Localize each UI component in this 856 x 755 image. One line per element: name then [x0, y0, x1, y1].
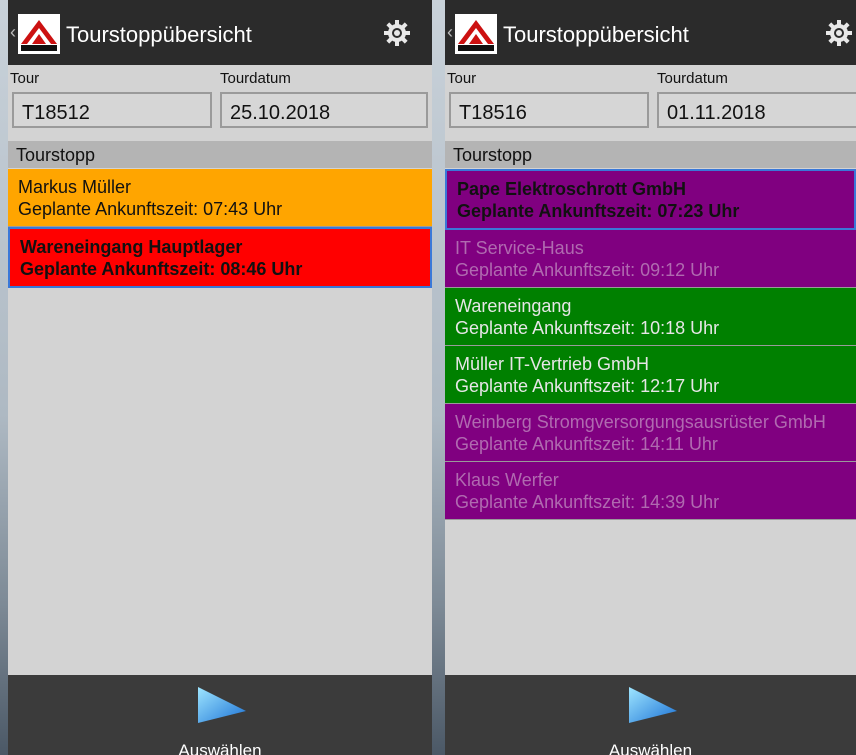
field-labels: Tour Tourdatum	[8, 65, 432, 87]
tours-logo-icon	[455, 14, 497, 54]
app-title: Tourstoppübersicht	[66, 22, 252, 47]
tourstopp-item[interactable]: Wareneingang Geplante Ankunftszeit: 10:18…	[445, 288, 856, 346]
select-button[interactable]: Auswählen	[445, 741, 856, 755]
title-bar: ‹ Tourstoppübersicht	[8, 0, 432, 65]
tourstopp-item[interactable]: Weinberg Stromgversorgungsausrüster GmbH…	[445, 404, 856, 462]
tour-field[interactable]: T18512	[12, 92, 212, 128]
stop-arrival-time: Geplante Ankunftszeit: 12:17 Uhr	[455, 376, 720, 396]
stop-name: Müller IT-Vertrieb GmbH	[455, 354, 650, 374]
tourdatum-field[interactable]: 01.11.2018	[657, 92, 856, 128]
tourstopp-item[interactable]: Wareneingang Hauptlager Geplante Ankunfts…	[8, 227, 432, 288]
bottom-bar: Auswählen	[8, 675, 432, 755]
gear-icon[interactable]	[384, 20, 410, 46]
play-arrow-icon[interactable]	[194, 685, 248, 725]
app-title: Tourstoppübersicht	[503, 22, 689, 47]
title-bar: ‹ Tourstoppübersicht	[445, 0, 856, 65]
tourstopp-item[interactable]: Pape Elektroschrott GmbH Geplante Ankunft…	[445, 169, 856, 230]
stop-name: Weinberg Stromgversorgungsausrüster GmbH	[455, 412, 826, 432]
stop-arrival-time: Geplante Ankunftszeit: 07:43 Uhr	[18, 199, 283, 219]
tourstopp-item[interactable]: IT Service-Haus Geplante Ankunftszeit: 09…	[445, 230, 856, 288]
stop-name: Markus Müller	[18, 177, 132, 197]
stop-name: IT Service-Haus	[455, 238, 584, 258]
select-button[interactable]: Auswählen	[8, 741, 432, 755]
play-arrow-icon[interactable]	[625, 685, 679, 725]
tourstopp-item[interactable]: Müller IT-Vertrieb GmbH Geplante Ankunfts…	[445, 346, 856, 404]
tourstopp-list: Markus Müller Geplante Ankunftszeit: 07:4…	[8, 169, 432, 288]
tourdatum-label: Tourdatum	[657, 70, 728, 87]
tourdatum-field[interactable]: 25.10.2018	[220, 92, 428, 128]
tour-label: Tour	[10, 70, 40, 87]
stop-arrival-time: Geplante Ankunftszeit: 10:18 Uhr	[455, 318, 720, 338]
tourdatum-label: Tourdatum	[220, 70, 291, 87]
tourstopp-item[interactable]: Klaus Werfer Geplante Ankunftszeit: 14:39…	[445, 462, 856, 520]
chevron-left-icon[interactable]: ‹	[10, 22, 16, 43]
tour-screen-left: ‹ Tourstoppübersicht Tour Tourdatum T185…	[8, 0, 432, 755]
stop-name: Wareneingang Hauptlager	[20, 237, 243, 257]
stop-arrival-time: Geplante Ankunftszeit: 14:39 Uhr	[455, 492, 720, 512]
tours-logo-icon	[18, 14, 60, 54]
stop-name: Klaus Werfer	[455, 470, 559, 490]
stop-arrival-time: Geplante Ankunftszeit: 07:23 Uhr	[457, 201, 740, 221]
chevron-left-icon[interactable]: ‹	[447, 22, 453, 43]
tour-label: Tour	[447, 70, 477, 87]
tourstopp-header: Tourstopp	[8, 141, 432, 168]
tourstopp-item[interactable]: Markus Müller Geplante Ankunftszeit: 07:4…	[8, 169, 432, 227]
stop-arrival-time: Geplante Ankunftszeit: 09:12 Uhr	[455, 260, 720, 280]
stop-arrival-time: Geplante Ankunftszeit: 08:46 Uhr	[20, 259, 303, 279]
tour-field[interactable]: T18516	[449, 92, 649, 128]
tour-screen-right: ‹ Tourstoppübersicht Tour Tourdatum T185…	[445, 0, 856, 755]
tourstopp-list: Pape Elektroschrott GmbH Geplante Ankunft…	[445, 169, 856, 520]
gear-icon[interactable]	[826, 20, 852, 46]
stop-name: Pape Elektroschrott GmbH	[457, 179, 687, 199]
field-labels: Tour Tourdatum	[445, 65, 856, 87]
bottom-bar: Auswählen	[445, 675, 856, 755]
stop-arrival-time: Geplante Ankunftszeit: 14:11 Uhr	[455, 434, 718, 454]
tourstopp-header: Tourstopp	[445, 141, 856, 168]
stop-name: Wareneingang	[455, 296, 572, 316]
